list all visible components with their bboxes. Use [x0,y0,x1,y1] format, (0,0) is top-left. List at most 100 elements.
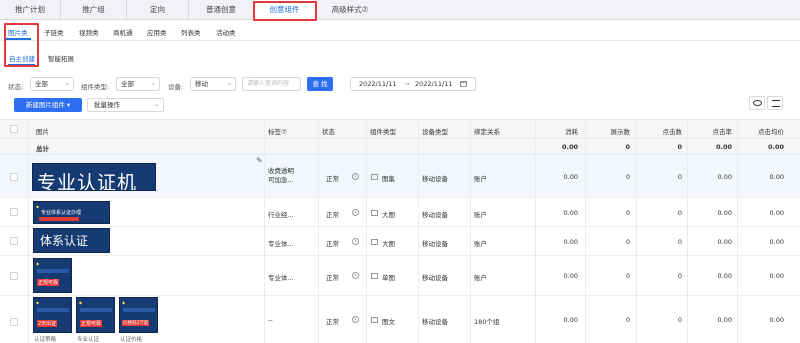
subtab-business[interactable]: 商机通 [113,27,133,37]
table-row: ◆ 2天出证 ◆ 正规可靠 ◆ 价格低2万起 认证策略 专业认证 认证价格 --… [0,296,800,343]
mode-tab-smart-expand[interactable]: 智能拓展 [48,53,74,63]
image-type-icon [371,317,378,323]
select-all-checkbox[interactable] [10,125,18,133]
row-checkbox[interactable] [10,318,18,326]
thumb-text: 正规可靠 [37,279,60,286]
date-arrow: → [404,80,410,88]
row-checkbox[interactable] [10,173,18,181]
info-icon[interactable] [352,238,359,245]
row-device: 移动设备 [422,274,448,282]
creative-thumbnail[interactable]: ◆ 正规可靠 [76,297,115,333]
subtab-divider [0,40,800,41]
device-label: 设备: [168,83,184,91]
date-start: 2022/11/11 [359,80,397,88]
creative-thumbnail[interactable]: ◆ 2天出证 [33,297,72,333]
thumb-text: 价格低2万起 [122,320,150,326]
col-ctr[interactable]: 点击率 [690,126,733,136]
row-ctr: 0.00 [717,238,732,246]
info-icon[interactable] [352,316,359,323]
tab-advanced-style[interactable]: 高级样式⑦ [316,0,384,20]
row-device: 移动设备 [422,211,448,219]
total-avg-cpc: 0.00 [767,143,784,151]
new-image-component-button[interactable]: 新建图片组件 ▾ [14,98,82,112]
column-divider [318,119,319,343]
row-binding[interactable]: 账户 [474,272,487,282]
mode-tab-self-create[interactable]: 自主创建 [9,53,35,63]
chevron-down-icon: ⌄ [150,80,156,87]
batch-operation-select[interactable]: 批量操作 ⌄ [87,98,164,112]
subtab-sublink[interactable]: 子链类 [44,27,64,37]
thumb-banner [123,308,155,312]
row-clicks: 0 [677,316,682,324]
table-row: 体系认证 专业体... 正常 大图 移动设备 账户 0.00 0 0 0.00 … [0,227,800,256]
row-checkbox[interactable] [10,237,18,245]
creative-thumbnail[interactable]: 专业认证机构 [32,163,156,191]
calendar-icon [460,81,467,87]
type-select[interactable]: 全部 ⌄ [116,77,160,91]
tab-normal-creative[interactable]: 普通创意 [189,0,254,20]
thumb-caption: 认证策略 [34,337,57,343]
chevron-down-icon: ⌄ [153,101,159,108]
row-type: 大图 [382,211,395,219]
row-cost: 0.00 [563,238,578,246]
row-binding[interactable]: 账户 [474,209,487,219]
col-image: 图片 [36,128,49,136]
col-cost[interactable]: 消耗 [540,126,578,136]
search-button[interactable]: 查 找 [307,77,333,91]
creative-thumbnail[interactable]: ◆ 价格低2万起 [119,297,158,333]
row-checkbox[interactable] [10,272,18,280]
status-select[interactable]: 全部 ⌄ [30,77,74,91]
thumb-brand: ◆ [122,300,126,305]
tab-promotion-group[interactable]: 推广组 [61,0,127,20]
thumb-brand: ◆ [36,261,40,266]
row-impressions: 0 [625,209,630,217]
col-tag[interactable]: 标签⑦ [268,126,287,136]
column-divider [28,119,29,343]
column-divider [264,119,265,343]
creative-thumbnail[interactable]: ◆ 专业体系认证办理 [33,201,110,224]
chevron-down-icon: ⌄ [226,80,232,87]
column-divider [687,119,688,343]
device-select-value: 移动 [195,80,208,88]
col-avg-cpc[interactable]: 点击均价 [742,126,784,136]
thumb-text: 专业体系认证办理 [41,210,82,216]
tab-targeting[interactable]: 定向 [127,0,189,20]
subtab-activity[interactable]: 活动类 [216,27,236,37]
row-impressions: 0 [625,173,630,181]
row-impressions: 0 [625,238,630,246]
date-range-picker[interactable]: 2022/11/11 → 2022/11/11 [350,77,476,91]
info-icon[interactable] [352,173,359,180]
search-input[interactable]: 请输入查询内容 [242,77,301,91]
device-select[interactable]: 移动 ⌄ [190,77,236,91]
info-icon[interactable] [352,209,359,216]
edit-icon[interactable]: ✎ [256,156,263,165]
subtab-app[interactable]: 应用类 [147,27,167,37]
eye-toggle-button[interactable] [749,96,765,110]
row-binding[interactable]: 账户 [474,173,487,183]
row-binding[interactable]: 账户 [474,238,487,248]
col-impressions[interactable]: 展示数 [590,126,631,136]
column-divider [366,119,367,343]
row-tag: 专业体... [268,274,294,282]
row-cost: 0.00 [563,272,578,280]
row-avg-cpc: 0.00 [769,272,784,280]
row-checkbox[interactable] [10,208,18,216]
column-settings-button[interactable] [767,96,783,110]
subtab-video[interactable]: 视频类 [79,27,99,37]
column-divider [585,119,586,343]
subtab-list[interactable]: 列表类 [181,27,201,37]
row-avg-cpc: 0.00 [769,316,784,324]
row-device: 移动设备 [422,175,448,183]
tab-promotion-plan[interactable]: 推广计划 [0,0,61,20]
col-clicks[interactable]: 点击数 [642,126,683,136]
info-icon[interactable] [352,272,359,279]
col-device-type: 设备类型 [422,128,448,136]
image-type-icon [371,239,378,245]
subtab-image[interactable]: 图片类 [8,27,28,37]
thumb-caption: 专业认证 [77,337,100,343]
row-binding[interactable]: 180个组 [474,316,499,326]
creative-thumbnail[interactable]: 体系认证 [33,228,110,253]
creative-thumbnail[interactable]: ◆ 正规可靠 [33,258,72,293]
thumb-banner [80,308,112,312]
tab-creative-component[interactable]: 创意组件 [254,0,316,20]
